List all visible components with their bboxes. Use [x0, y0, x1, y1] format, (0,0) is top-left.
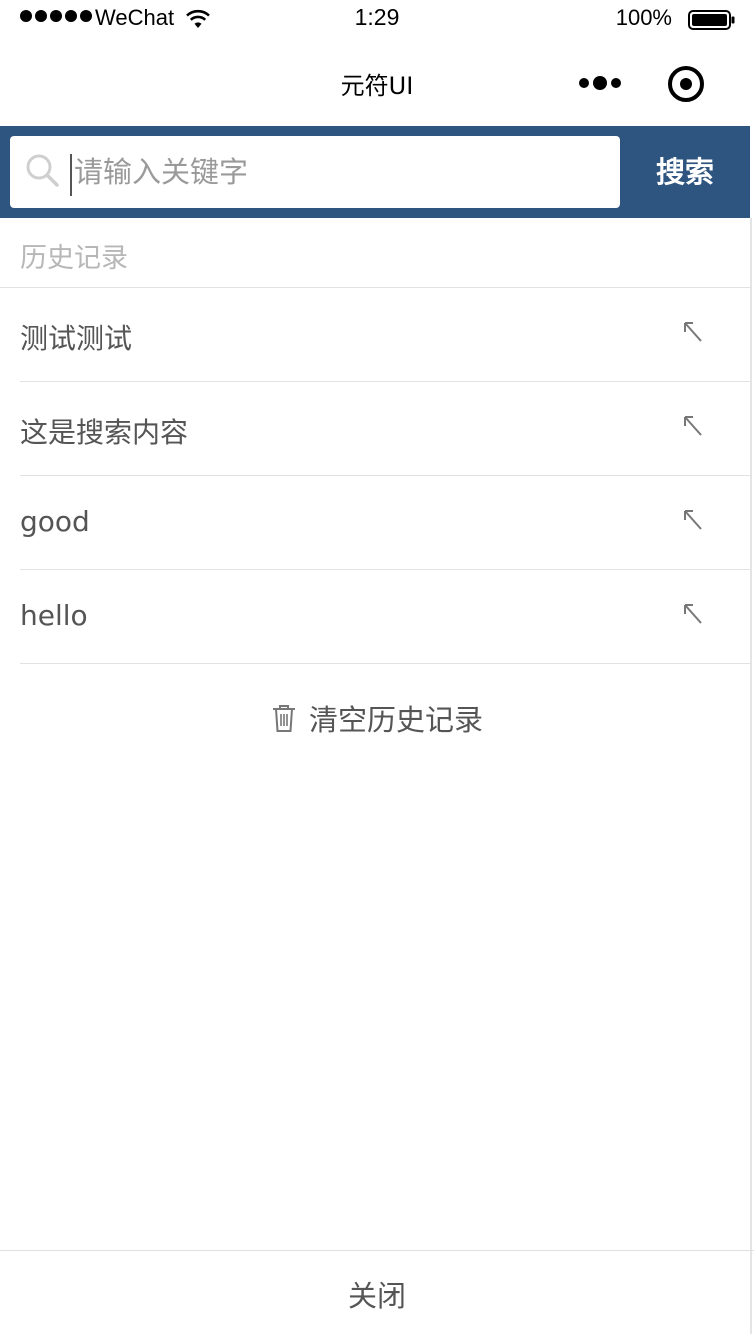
- battery-icon: [688, 10, 735, 30]
- fill-arrow-icon[interactable]: [682, 414, 704, 440]
- fill-arrow-icon[interactable]: [682, 602, 704, 628]
- clear-history-button[interactable]: 清空历史记录: [0, 696, 754, 740]
- history-item-label: 这是搜索内容: [20, 416, 189, 449]
- panel-edge: [750, 218, 752, 1334]
- battery-percent: 100%: [615, 5, 672, 30]
- trash-icon: [272, 705, 295, 732]
- history-title: 历史记录: [20, 243, 128, 274]
- clear-history-label: 清空历史记录: [308, 703, 483, 737]
- close-button[interactable]: 关闭: [0, 1273, 754, 1315]
- nav-bar: 元符UI: [0, 40, 754, 126]
- history-item-label: good: [20, 505, 90, 538]
- history-item-label: hello: [20, 599, 88, 632]
- history-item-label: 测试测试: [20, 322, 133, 355]
- history-list: 测试测试 这是搜索内容 good hello: [20, 288, 750, 664]
- more-icon[interactable]: [578, 74, 624, 92]
- history-item[interactable]: 这是搜索内容: [20, 382, 750, 476]
- target-icon[interactable]: [666, 64, 706, 104]
- page-title: 元符UI: [340, 72, 414, 100]
- fill-arrow-icon[interactable]: [682, 320, 704, 346]
- search-box[interactable]: [10, 136, 620, 208]
- status-bar: WeChat 1:29 100%: [0, 0, 754, 40]
- footer: 关闭: [0, 1250, 754, 1335]
- search-input[interactable]: [70, 148, 604, 196]
- search-button[interactable]: 搜索: [620, 126, 750, 218]
- search-icon: [26, 154, 59, 187]
- history-item[interactable]: good: [20, 476, 750, 570]
- history-item[interactable]: hello: [20, 570, 750, 664]
- history-item[interactable]: 测试测试: [20, 288, 750, 382]
- search-bar: 搜索: [0, 126, 750, 218]
- fill-arrow-icon[interactable]: [682, 508, 704, 534]
